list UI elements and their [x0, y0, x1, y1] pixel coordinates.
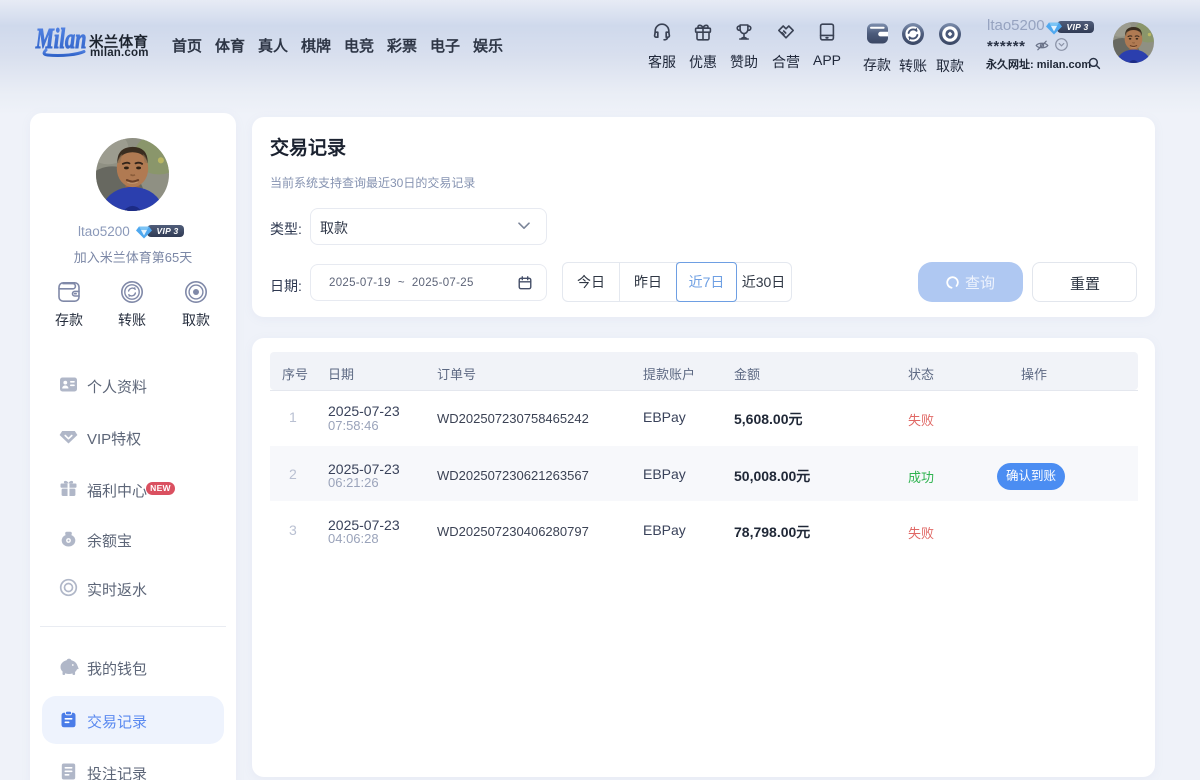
svg-text:Milan: Milan — [35, 24, 86, 55]
